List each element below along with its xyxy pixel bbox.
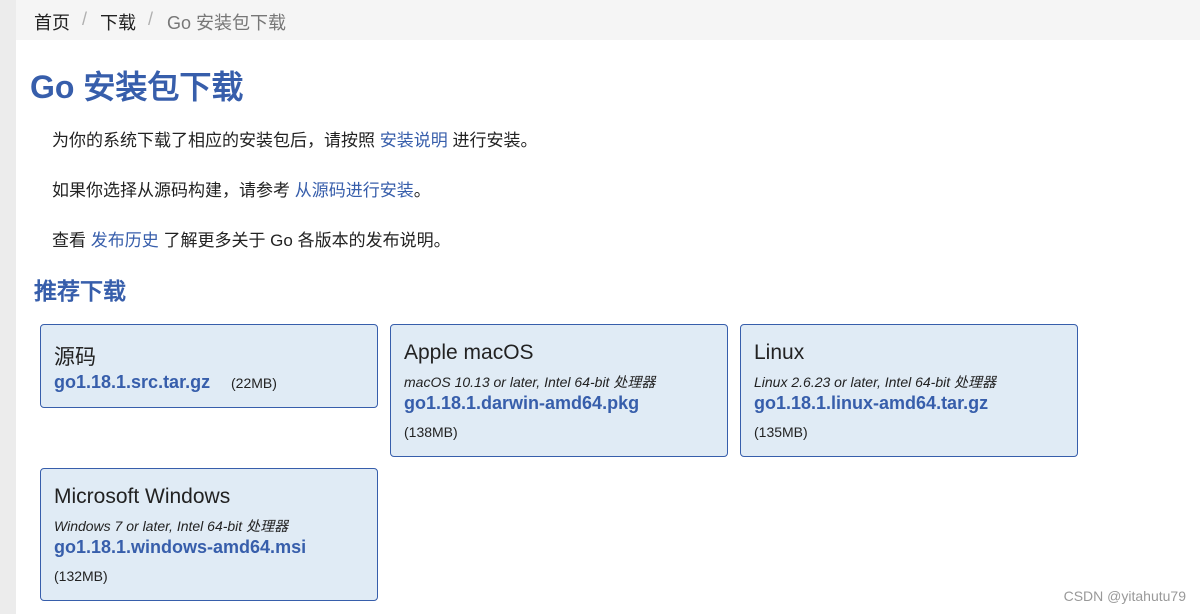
file-size: (135MB) [754,424,808,440]
file-size: (132MB) [54,568,108,584]
breadcrumb-downloads-link[interactable]: 下载 [100,9,136,35]
breadcrumb-current: Go 安装包下载 [167,13,287,33]
download-card-source[interactable]: 源码 go1.18.1.src.tar.gz (22MB) [40,324,378,408]
paragraph-text: 如果你选择从源码构建，请参考 [52,181,295,200]
system-requirements: Linux 2.6.23 or later, Intel 64-bit 处理器 [754,374,997,390]
install-guide-link[interactable]: 安装说明 [380,131,448,150]
breadcrumb: 首页 / 下载 / Go 安装包下载 [16,0,1200,40]
build-from-source-paragraph: 如果你选择从源码构建，请参考 从源码进行安装。 [52,176,431,201]
page-title: Go 安装包下载 [30,69,244,105]
download-filename-link[interactable]: go1.18.1.linux-amd64.tar.gz [754,393,988,414]
breadcrumb-separator: / [148,9,154,29]
download-filename-link[interactable]: go1.18.1.darwin-amd64.pkg [404,393,639,414]
paragraph-text: 为你的系统下载了相应的安装包后，请按照 [52,131,380,150]
system-requirements: macOS 10.13 or later, Intel 64-bit 处理器 [404,374,656,390]
featured-downloads-heading: 推荐下载 [34,278,126,304]
download-card-windows[interactable]: Microsoft Windows Windows 7 or later, In… [40,468,378,601]
download-card-macos[interactable]: Apple macOS macOS 10.13 or later, Intel … [390,324,728,457]
platform-name: Microsoft Windows [54,485,231,508]
install-instructions-paragraph: 为你的系统下载了相应的安装包后，请按照 安装说明 进行安装。 [52,126,537,151]
download-card-linux[interactable]: Linux Linux 2.6.23 or later, Intel 64-bi… [740,324,1078,457]
platform-name: Apple macOS [404,341,534,364]
paragraph-text: 进行安装。 [447,131,538,150]
release-history-paragraph: 查看 发布历史 了解更多关于 Go 各版本的发布说明。 [52,226,451,251]
file-size: (22MB) [231,375,277,391]
download-filename-link[interactable]: go1.18.1.src.tar.gz [54,372,210,393]
platform-name: Linux [754,341,805,364]
csdn-watermark: CSDN @yitahutu79 [1063,588,1186,604]
release-history-link[interactable]: 发布历史 [91,231,159,250]
paragraph-text: 查看 [52,231,91,250]
install-from-source-link[interactable]: 从源码进行安装 [295,181,414,200]
breadcrumb-home-link[interactable]: 首页 [34,9,70,35]
breadcrumb-separator: / [82,9,88,29]
file-size: (138MB) [404,424,458,440]
download-filename-link[interactable]: go1.18.1.windows-amd64.msi [54,537,306,558]
left-gutter [0,0,16,614]
paragraph-text: 了解更多关于 Go 各版本的发布说明。 [158,231,451,250]
paragraph-text: 。 [413,181,431,200]
platform-name: 源码 [54,346,96,369]
system-requirements: Windows 7 or later, Intel 64-bit 处理器 [54,518,289,534]
